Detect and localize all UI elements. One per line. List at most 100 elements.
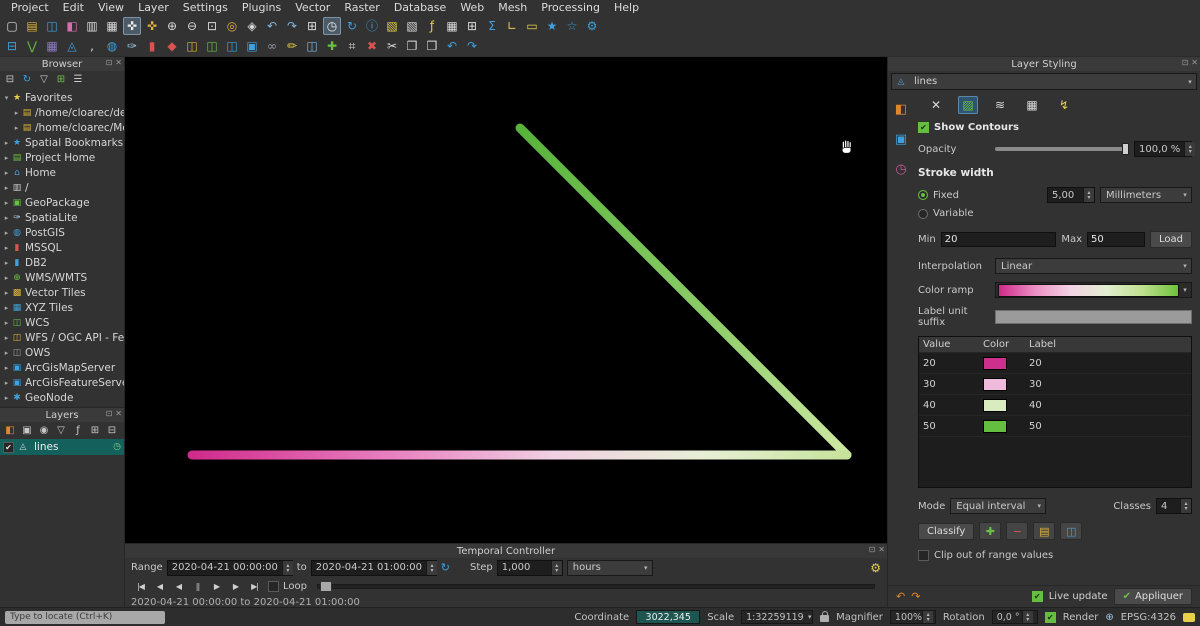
copy-features-icon[interactable]: ❐ xyxy=(403,37,421,55)
add-class-button[interactable]: ✚ xyxy=(979,522,1001,540)
expand-arrow-icon[interactable]: ▸ xyxy=(2,169,11,177)
delete-selected-icon[interactable]: ✖ xyxy=(363,37,381,55)
load-button[interactable]: Load xyxy=(1150,231,1192,248)
range-end-input[interactable]: 2020-04-21 01:00:00 xyxy=(311,560,437,576)
render-checkbox[interactable] xyxy=(1045,612,1056,623)
expand-arrow-icon[interactable]: ▸ xyxy=(2,139,11,147)
zoom-last-icon[interactable]: ↶ xyxy=(263,17,281,35)
browser-item-favorites[interactable]: ▾ ★ Favorites xyxy=(0,90,124,105)
add-arcgis-layer-icon[interactable]: ▣ xyxy=(243,37,261,55)
layer-row-lines[interactable]: ◬ lines ◷ xyxy=(0,439,124,455)
browser-item-wms[interactable]: ▸ ⊕ WMS/WMTS xyxy=(0,270,124,285)
menu-item[interactable]: Database xyxy=(387,1,454,14)
browser-item-arcgis-feature-server[interactable]: ▸ ▣ ArcGisFeatureServer xyxy=(0,375,124,390)
processing-toolbox-icon[interactable]: ⚙ xyxy=(583,17,601,35)
vectors-tab[interactable]: ≋ xyxy=(990,96,1010,114)
class-value[interactable]: 40 xyxy=(919,398,979,413)
style-manager-icon[interactable]: ◧ xyxy=(63,17,81,35)
menu-item[interactable]: Settings xyxy=(176,1,235,14)
vertex-tool-icon[interactable]: ⌗ xyxy=(343,37,361,55)
menu-item[interactable]: View xyxy=(91,1,131,14)
label-unit-suffix-input[interactable] xyxy=(995,310,1192,324)
zoom-to-layer-icon[interactable]: ◈ xyxy=(243,17,261,35)
refresh-range-icon[interactable]: ↻ xyxy=(441,561,450,574)
new-layout-icon[interactable]: ▥ xyxy=(83,17,101,35)
collapse-all-icon[interactable]: ⊟ xyxy=(3,73,17,87)
classes-input[interactable]: 4 xyxy=(1156,498,1192,514)
live-update-checkbox[interactable] xyxy=(1032,591,1043,602)
measure-icon[interactable]: ∟ xyxy=(503,17,521,35)
coordinate-input[interactable]: 3022,345 xyxy=(636,610,700,624)
magnifier-input[interactable]: 100% xyxy=(890,610,936,624)
refresh-map-icon[interactable]: ↻ xyxy=(343,17,361,35)
expand-arrow-icon[interactable]: ▸ xyxy=(12,109,21,117)
filter-expression-icon[interactable]: ƒ xyxy=(71,424,85,438)
skip-end-button[interactable]: ▶| xyxy=(245,579,264,594)
zoom-to-selection-icon[interactable]: ◎ xyxy=(223,17,241,35)
add-oracle-layer-icon[interactable]: ◆ xyxy=(163,37,181,55)
scale-lock-icon[interactable] xyxy=(820,615,829,622)
general-settings-tab[interactable]: ✕ xyxy=(926,96,946,114)
play-backward-button[interactable]: ◀ xyxy=(169,579,188,594)
class-color-swatch[interactable] xyxy=(983,378,1007,391)
rotation-input[interactable]: 0,0 ° xyxy=(992,610,1038,624)
class-row[interactable]: 50 50 xyxy=(919,416,1191,437)
manage-themes-icon[interactable]: ◉ xyxy=(37,424,51,438)
expand-arrow-icon[interactable]: ▾ xyxy=(2,94,11,102)
browser-item-postgis[interactable]: ▸ ◍ PostGIS xyxy=(0,225,124,240)
dock-icon[interactable] xyxy=(106,59,113,67)
contours-tab[interactable]: ▨ xyxy=(958,96,978,114)
properties-widget-icon[interactable]: ☰ xyxy=(71,73,85,87)
browser-item-dev-folder[interactable]: ▸ ▤ /home/cloarec/dev... xyxy=(0,105,124,120)
spinner-arrows-icon[interactable] xyxy=(1022,611,1033,623)
dock-icon[interactable] xyxy=(869,546,876,554)
browser-item-spatialite[interactable]: ▸ ✑ SpatiaLite xyxy=(0,210,124,225)
add-raster-layer-icon[interactable]: ▦ xyxy=(43,37,61,55)
stroke-unit-combo[interactable]: Millimeters xyxy=(1100,187,1192,203)
add-group-icon[interactable]: ▣ xyxy=(20,424,34,438)
deselect-icon[interactable]: ▧ xyxy=(403,17,421,35)
step-unit-combo[interactable]: hours xyxy=(567,560,653,576)
expand-arrow-icon[interactable]: ▸ xyxy=(2,379,11,387)
add-delimited-text-icon[interactable]: , xyxy=(83,37,101,55)
locate-input[interactable] xyxy=(5,611,165,624)
step-forward-button[interactable]: ▶ xyxy=(226,579,245,594)
menu-item[interactable]: Vector xyxy=(288,1,337,14)
expand-arrow-icon[interactable]: ▸ xyxy=(2,244,11,252)
browser-item-geonode[interactable]: ▸ ✱ GeoNode xyxy=(0,390,124,405)
menu-item[interactable]: Project xyxy=(4,1,56,14)
layout-manager-icon[interactable]: ▦ xyxy=(103,17,121,35)
browser-item-geopackage[interactable]: ▸ ▣ GeoPackage xyxy=(0,195,124,210)
spinner-arrows-icon[interactable] xyxy=(282,561,293,575)
expand-arrow-icon[interactable]: ▸ xyxy=(2,154,11,162)
step-input[interactable]: 1,000 xyxy=(497,560,563,576)
paste-features-icon[interactable]: ❒ xyxy=(423,37,441,55)
expand-arrow-icon[interactable]: ▸ xyxy=(2,319,11,327)
class-value[interactable]: 50 xyxy=(919,419,979,434)
cut-features-icon[interactable]: ✂ xyxy=(383,37,401,55)
browser-item-ows[interactable]: ▸ ◫ OWS xyxy=(0,345,124,360)
menu-item[interactable]: Help xyxy=(607,1,646,14)
browser-item-vector-tiles[interactable]: ▸ ▩ Vector Tiles xyxy=(0,285,124,300)
max-input[interactable] xyxy=(1087,232,1145,247)
add-mesh-layer-icon[interactable]: ◬ xyxy=(63,37,81,55)
browser-item-spatial-bookmarks[interactable]: ▸ ★ Spatial Bookmarks xyxy=(0,135,124,150)
min-input[interactable] xyxy=(941,232,1057,247)
save-edits-icon[interactable]: ◫ xyxy=(303,37,321,55)
browser-item-xyz-tiles[interactable]: ▸ ▦ XYZ Tiles xyxy=(0,300,124,315)
stroke-variable-radio[interactable] xyxy=(918,209,928,219)
expand-arrow-icon[interactable]: ▸ xyxy=(2,199,11,207)
style-redo-icon[interactable]: ↷ xyxy=(911,590,920,603)
browser-item-wfs[interactable]: ▸ ◫ WFS / OGC API - Feat... xyxy=(0,330,124,345)
browser-item-db2[interactable]: ▸ ▮ DB2 xyxy=(0,255,124,270)
rendering-tab[interactable]: ▦ xyxy=(1022,96,1042,114)
toggle-editing-icon[interactable]: ✏ xyxy=(283,37,301,55)
browser-item-project-home[interactable]: ▸ ▤ Project Home xyxy=(0,150,124,165)
add-feature-icon[interactable]: ✚ xyxy=(323,37,341,55)
project-save-icon[interactable]: ◫ xyxy=(43,17,61,35)
close-icon[interactable] xyxy=(1191,59,1198,67)
menu-item[interactable]: Raster xyxy=(337,1,386,14)
expand-arrow-icon[interactable]: ▸ xyxy=(2,304,11,312)
expand-arrow-icon[interactable]: ▸ xyxy=(2,229,11,237)
class-label[interactable]: 30 xyxy=(1025,377,1191,392)
